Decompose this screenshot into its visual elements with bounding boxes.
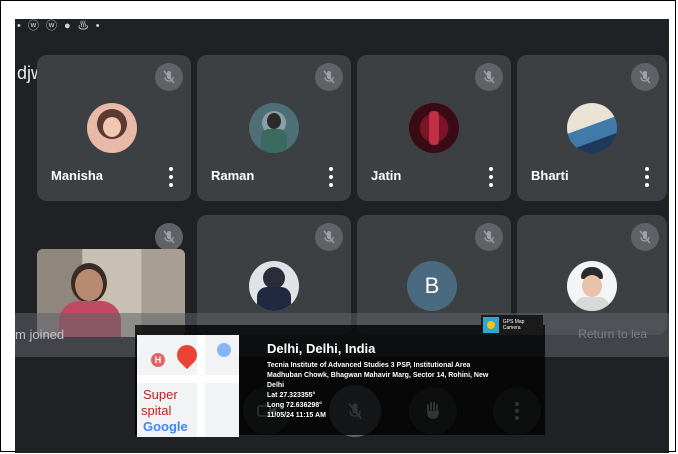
participant-name: Jatin <box>371 168 402 183</box>
return-button[interactable]: Return to lea <box>578 327 647 341</box>
mic-off-icon <box>315 223 343 251</box>
gps-camera-logo-icon <box>483 317 499 333</box>
gps-longitude: Long 72.636298° <box>267 402 322 409</box>
participant-tile[interactable]: Bharti <box>517 55 667 201</box>
gps-address-line: Delhi <box>267 382 285 389</box>
map-thumbnail: H Super spital Google <box>137 335 239 437</box>
participant-tile[interactable]: Manisha <box>37 55 191 201</box>
more-vert-icon[interactable] <box>641 167 653 187</box>
avatar <box>249 261 299 311</box>
more-vert-icon[interactable] <box>165 167 177 187</box>
avatar <box>87 103 137 153</box>
more-vert-icon[interactable] <box>485 167 497 187</box>
avatar <box>409 103 459 153</box>
more-vert-icon[interactable] <box>325 167 337 187</box>
hospital-icon: H <box>151 353 165 367</box>
joined-text: m joined <box>15 327 65 342</box>
avatar: B <box>407 261 457 311</box>
meet-screen: • ⓦ ⓦ ● ♨ • djwo-ugv ▸ Raman Manisha Jat… <box>15 19 669 453</box>
mic-off-icon <box>475 63 503 91</box>
avatar <box>567 261 617 311</box>
screenshot-frame: • ⓦ ⓦ ● ♨ • djwo-ugv ▸ Raman Manisha Jat… <box>0 0 676 453</box>
avatar <box>567 103 617 153</box>
mic-off-icon <box>155 223 183 251</box>
mic-off-icon <box>155 63 183 91</box>
gps-address-line: Madhuban Chowk, Bhagwan Mahavir Marg, Se… <box>267 372 489 379</box>
mic-off-icon <box>315 63 343 91</box>
bank-icon <box>217 343 231 357</box>
gps-address-line: Tecnia Institute of Advanced Studies 3 P… <box>267 362 471 369</box>
status-bar: • ⓦ ⓦ ● ♨ • <box>17 20 102 32</box>
gps-datetime: 11/05/24 11:15 AM <box>267 412 326 419</box>
participant-tile[interactable]: Raman <box>197 55 351 201</box>
map-label: spital <box>141 403 172 418</box>
participant-name: Raman <box>211 168 255 183</box>
gps-latitude: Lat 27.323355° <box>267 392 316 399</box>
participant-tile[interactable]: Jatin <box>357 55 511 201</box>
avatar <box>249 103 299 153</box>
gps-camera-badge: GPS Map Camera <box>481 315 543 335</box>
gps-location-title: Delhi, Delhi, India <box>267 341 376 356</box>
google-logo: Google <box>143 419 188 434</box>
map-label: Super <box>143 387 178 402</box>
participant-name: Bharti <box>531 168 569 183</box>
mic-off-icon <box>631 63 659 91</box>
gps-camera-badge-text: GPS Map Camera <box>502 319 525 331</box>
mic-off-icon <box>475 223 503 251</box>
participant-name: Manisha <box>51 168 104 183</box>
mic-off-icon <box>631 223 659 251</box>
